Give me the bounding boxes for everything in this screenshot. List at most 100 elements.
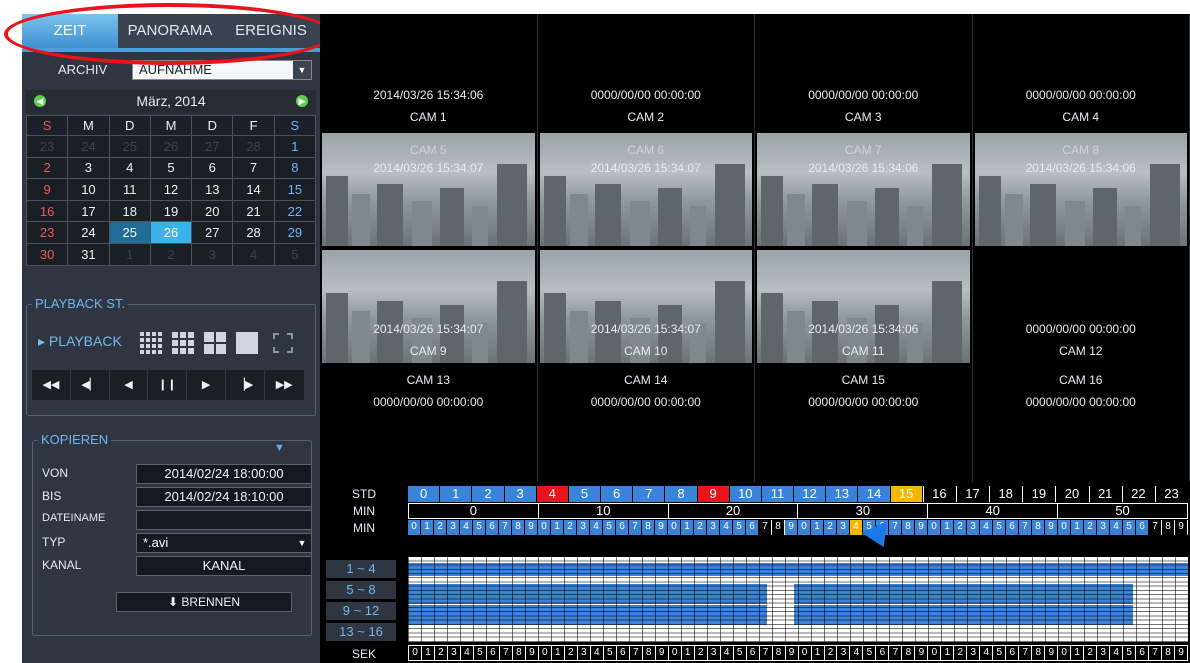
hour-cell[interactable]: 1 — [440, 486, 473, 502]
minute-tens-cell[interactable]: 0 — [408, 503, 539, 519]
calendar-day[interactable]: 20 — [191, 199, 234, 223]
second-cell[interactable]: 6 — [876, 645, 890, 661]
minute-cell[interactable]: 0 — [668, 520, 681, 535]
minute-cell[interactable]: 3 — [447, 520, 460, 535]
collapse-chevron-icon[interactable]: ▼ — [274, 442, 285, 454]
hour-cell[interactable]: 20 — [1055, 486, 1089, 502]
channel-range-label[interactable]: 5 ~ 8 — [326, 581, 396, 599]
minute-cell[interactable]: 7 — [1149, 520, 1162, 535]
calendar-day[interactable]: 28 — [232, 221, 275, 244]
calendar-day[interactable]: 7 — [232, 156, 275, 180]
minute-cell[interactable]: 1 — [421, 520, 434, 535]
layout-1-icon[interactable] — [236, 332, 258, 354]
bis-field[interactable]: 2014/02/24 18:10:00 — [136, 487, 312, 507]
calendar-day[interactable]: 30 — [25, 242, 69, 266]
minute-cell[interactable]: 4 — [980, 520, 993, 535]
second-cell[interactable]: 6 — [616, 645, 630, 661]
second-cell[interactable]: 6 — [1136, 645, 1150, 661]
hour-cell[interactable]: 15 — [890, 486, 923, 502]
second-cell[interactable]: 2 — [824, 645, 838, 661]
minute-cell[interactable]: 1 — [811, 520, 824, 535]
calendar-day[interactable]: 10 — [67, 178, 110, 201]
minute-cell[interactable]: 6 — [1006, 520, 1019, 535]
minute-tens-cell[interactable]: 50 — [1058, 503, 1188, 519]
second-cell[interactable]: 3 — [577, 645, 591, 661]
hour-cell[interactable]: 23 — [1154, 486, 1189, 502]
calendar-day[interactable]: 31 — [67, 242, 110, 266]
minute-cell[interactable]: 6 — [486, 520, 499, 535]
second-cell[interactable]: 4 — [850, 645, 864, 661]
second-cell[interactable]: 8 — [1032, 645, 1046, 661]
minute-cell[interactable]: 5 — [473, 520, 486, 535]
dateiname-field[interactable] — [136, 510, 312, 530]
minute-cell[interactable]: 5 — [993, 520, 1006, 535]
second-cell[interactable]: 5 — [993, 645, 1007, 661]
minute-cell[interactable]: 7 — [1019, 520, 1032, 535]
von-field[interactable]: 2014/02/24 18:00:00 — [136, 464, 312, 484]
hour-cell[interactable]: 19 — [1022, 486, 1056, 502]
second-cell[interactable]: 1 — [551, 645, 565, 661]
camera-tile[interactable]: 0000/00/00 00:00:00 CAM 4 — [972, 14, 1190, 131]
fullscreen-icon[interactable] — [272, 332, 294, 354]
step-back-button[interactable]: ◀▏ — [70, 370, 110, 400]
calendar-day[interactable]: 24 — [67, 221, 110, 244]
step-forward-button[interactable]: ▕▶ — [225, 370, 265, 400]
second-cell[interactable]: 3 — [837, 645, 851, 661]
playback-label[interactable]: ▸ PLAYBACK — [38, 333, 122, 350]
hour-cell[interactable]: 0 — [408, 486, 441, 502]
play-button[interactable]: ▶ — [187, 370, 226, 400]
second-cell[interactable]: 9 — [655, 645, 669, 661]
tab-panorama[interactable]: PANORAMA — [118, 14, 222, 48]
minute-cell[interactable]: 8 — [1162, 520, 1175, 535]
second-cell[interactable]: 1 — [811, 645, 825, 661]
minute-cell[interactable]: 1 — [1071, 520, 1084, 535]
second-cell[interactable]: 6 — [486, 645, 500, 661]
camera-tile[interactable]: 0000/00/00 00:00:00 CAM 12 — [972, 248, 1190, 365]
second-cell[interactable]: 0 — [538, 645, 552, 661]
layout-9-icon[interactable] — [172, 332, 194, 354]
second-cell[interactable]: 8 — [772, 645, 786, 661]
second-cell[interactable]: 9 — [525, 645, 539, 661]
second-cell[interactable]: 3 — [707, 645, 721, 661]
burn-button[interactable]: ⬇ BRENNEN — [116, 592, 292, 612]
calendar-day[interactable]: 13 — [191, 178, 234, 201]
channel-range-label[interactable]: 13 ~ 16 — [326, 623, 396, 641]
minute-cell[interactable]: 6 — [746, 520, 759, 535]
minute-cell[interactable]: 1 — [941, 520, 954, 535]
hour-cell[interactable]: 5 — [568, 486, 602, 502]
hour-cell[interactable]: 17 — [955, 486, 990, 502]
minute-cell[interactable]: 6 — [1136, 520, 1149, 535]
minute-cell[interactable]: 4 — [460, 520, 473, 535]
fast-rewind-button[interactable]: ◀◀ — [32, 370, 71, 400]
minute-cell[interactable]: 3 — [1097, 520, 1110, 535]
second-cell[interactable]: 7 — [629, 645, 643, 661]
second-cell[interactable]: 2 — [954, 645, 968, 661]
second-cell[interactable]: 3 — [1097, 645, 1111, 661]
second-cell[interactable]: 0 — [668, 645, 682, 661]
calendar-day[interactable]: 18 — [108, 199, 151, 223]
camera-tile[interactable]: 2014/03/26 15:34:07 CAM 6 — [537, 131, 755, 248]
camera-tile[interactable]: CAM 14 0000/00/00 00:00:00 — [537, 365, 755, 482]
next-month-icon[interactable]: ▶ — [296, 95, 308, 107]
minute-tens-cell[interactable]: 20 — [668, 503, 799, 519]
fast-forward-button[interactable]: ▶▶ — [264, 370, 304, 400]
minute-cell[interactable]: 5 — [733, 520, 746, 535]
layout-4-icon[interactable] — [204, 332, 226, 354]
calendar-day[interactable]: 4 — [108, 156, 151, 180]
second-cell[interactable]: 5 — [603, 645, 617, 661]
minute-cell[interactable]: 3 — [837, 520, 850, 535]
hour-cell[interactable]: 14 — [858, 486, 891, 502]
calendar-day[interactable]: 22 — [273, 199, 317, 223]
camera-tile[interactable]: 2014/03/26 15:34:07 CAM 10 — [537, 248, 755, 365]
minute-cell[interactable]: 2 — [1084, 520, 1097, 535]
minute-cell[interactable]: 9 — [785, 520, 798, 535]
archive-select[interactable]: AUFNAHME ▼ — [132, 60, 312, 80]
minute-cell[interactable]: 4 — [1110, 520, 1123, 535]
second-cell[interactable]: 1 — [941, 645, 955, 661]
calendar-day[interactable]: 21 — [232, 199, 275, 223]
second-cell[interactable]: 5 — [863, 645, 877, 661]
calendar-day[interactable]: 12 — [149, 178, 193, 201]
calendar-day[interactable]: 16 — [25, 199, 69, 223]
calendar-day[interactable]: 27 — [191, 221, 234, 244]
minute-cell[interactable]: 8 — [642, 520, 655, 535]
